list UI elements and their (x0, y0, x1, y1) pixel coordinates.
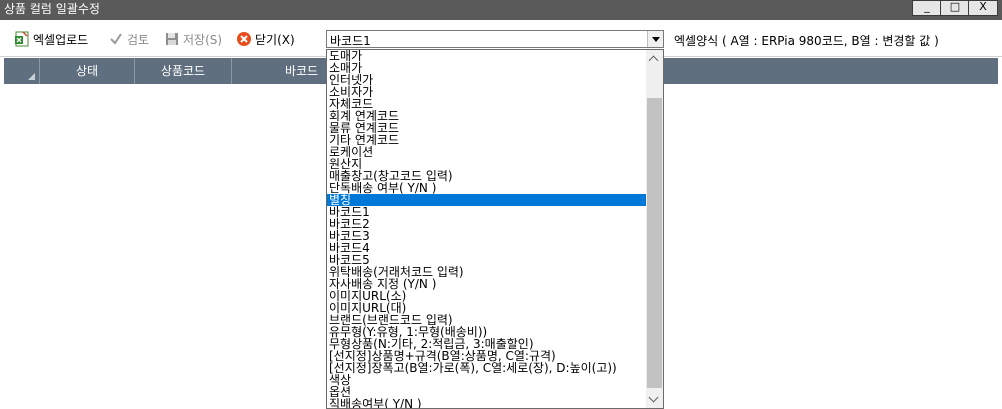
dropdown-option[interactable]: 바코드5 (327, 254, 647, 266)
dropdown-option[interactable]: 색상 (327, 374, 647, 386)
column-header-product-code[interactable]: 상품코드 (135, 58, 232, 84)
dropdown-scrollbar[interactable] (646, 50, 663, 408)
dropdown-option[interactable]: 별칭 (327, 194, 647, 206)
dropdown-option[interactable]: 회계 연계코드 (327, 110, 647, 122)
excel-format-hint: 엑셀양식 ( A열 : ERPia 980코드, B열 : 변경할 값 ) (674, 34, 939, 48)
dropdown-option[interactable]: 인터넷가 (327, 74, 647, 86)
close-label: 닫기(X) (255, 32, 295, 47)
maximize-button[interactable]: □ (940, 0, 970, 16)
excel-icon (14, 31, 30, 47)
dropdown-option[interactable]: 기타 연계코드 (327, 134, 647, 146)
save-button[interactable]: 저장(S) (164, 30, 222, 48)
dropdown-option[interactable]: 바코드4 (327, 242, 647, 254)
dropdown-option[interactable]: 소비자가 (327, 86, 647, 98)
close-button[interactable]: 닫기(X) (236, 30, 295, 48)
column-select[interactable]: 바코드1 (326, 30, 664, 48)
column-select-value: 바코드1 (330, 34, 371, 48)
dropdown-option[interactable]: 자체코드 (327, 98, 647, 110)
dropdown-option[interactable]: 바코드3 (327, 230, 647, 242)
dropdown-option[interactable]: 위탁배송(거래처코드 입력) (327, 266, 647, 278)
dropdown-option[interactable]: 도매가 (327, 50, 647, 62)
dropdown-option[interactable]: 바코드1 (327, 206, 647, 218)
dropdown-option[interactable]: 옵션 (327, 386, 647, 398)
close-circle-icon (236, 31, 252, 47)
dropdown-option[interactable]: 무형상품(N:기타, 2:적립금, 3:매출할인) (327, 338, 647, 350)
check-button[interactable]: 검토 (108, 30, 149, 48)
dropdown-option[interactable]: 이미지URL(소) (327, 290, 647, 302)
dropdown-option[interactable]: 유무형(Y:유형, 1:무형(배송비)) (327, 326, 647, 338)
scroll-down-icon[interactable] (646, 391, 663, 408)
dropdown-option[interactable]: 직배송여부( Y/N ) (327, 398, 647, 408)
scrollbar-thumb[interactable] (647, 98, 662, 388)
chevron-down-icon[interactable] (647, 31, 663, 47)
dropdown-option[interactable]: 브랜드(브랜드코드 입력) (327, 314, 647, 326)
minimize-button[interactable]: _ (912, 0, 942, 16)
column-dropdown-list[interactable]: 도매가 소매가 인터넷가 소비자가 자체코드 회계 연계코드 물류 연계코드 기타 연계코드 로… (326, 49, 664, 409)
title-bar: 상품 컬럼 일괄수정 _ □ X (0, 0, 1002, 20)
excel-upload-button[interactable]: 엑셀업로드 (14, 30, 88, 48)
dropdown-option[interactable]: 소매가 (327, 62, 647, 74)
dropdown-option[interactable]: [선지정]상품명+규격(B열:상품명, C열:규격) (327, 350, 647, 362)
floppy-disk-icon (164, 31, 180, 47)
dropdown-option[interactable]: [선지정]장폭고(B열:가로(폭), C열:세로(장), D:높이(고)) (327, 362, 647, 374)
dropdown-option[interactable]: 로케이션 (327, 146, 647, 158)
save-label: 저장(S) (183, 32, 223, 47)
scroll-up-icon[interactable] (646, 50, 663, 67)
window-title: 상품 컬럼 일괄수정 (4, 2, 100, 16)
dropdown-option[interactable]: 원산지 (327, 158, 647, 170)
check-label: 검토 (127, 32, 150, 47)
grid-corner-selector[interactable] (4, 58, 40, 84)
dropdown-option[interactable]: 물류 연계코드 (327, 122, 647, 134)
dropdown-option[interactable]: 자사배송 지정 (Y/N ) (327, 278, 647, 290)
dropdown-option[interactable]: 단독배송 여부( Y/N ) (327, 182, 647, 194)
dropdown-option[interactable]: 바코드2 (327, 218, 647, 230)
column-header-status[interactable]: 상태 (40, 58, 135, 84)
check-icon (108, 31, 124, 47)
excel-upload-label: 엑셀업로드 (33, 32, 89, 47)
dropdown-option[interactable]: 이미지URL(대) (327, 302, 647, 314)
close-window-button[interactable]: X (968, 0, 998, 16)
dropdown-option[interactable]: 매출창고(창고코드 입력) (327, 170, 647, 182)
